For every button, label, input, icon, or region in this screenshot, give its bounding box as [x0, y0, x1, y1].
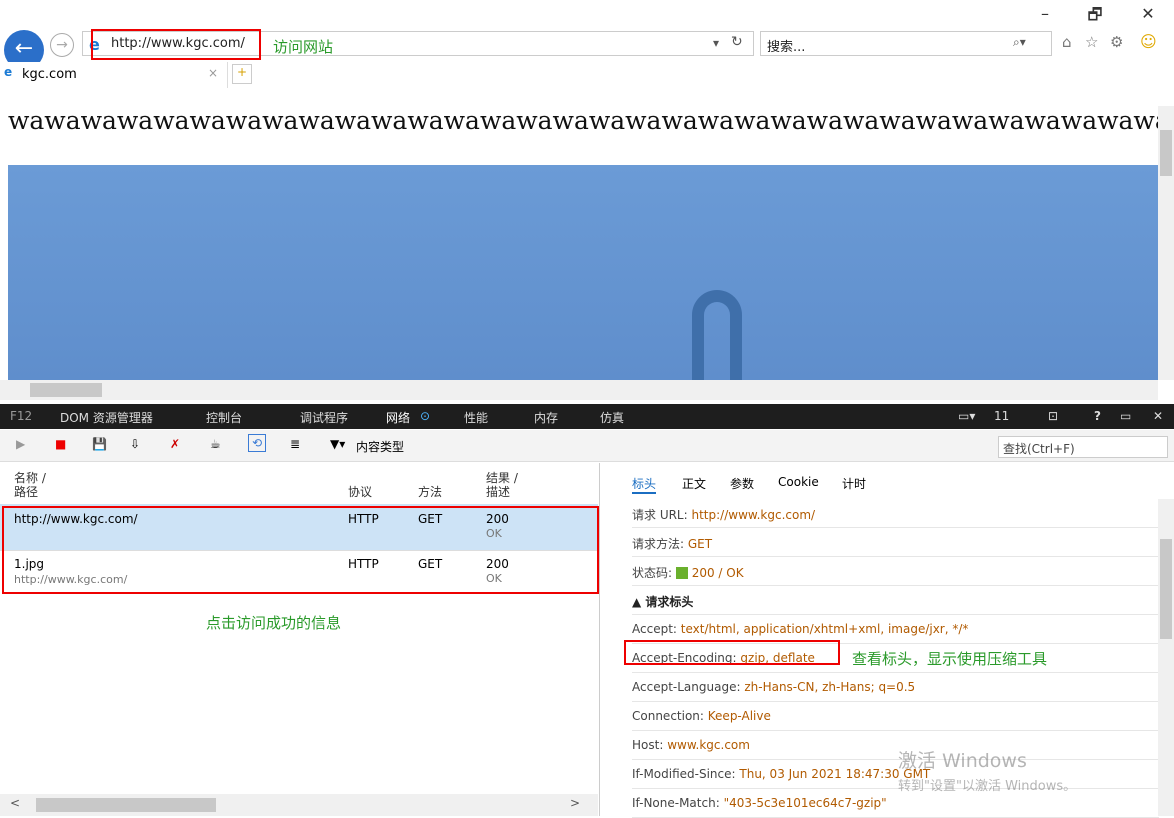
dropdown-icon[interactable]: ▾ — [713, 36, 719, 50]
stop-icon[interactable]: ■ — [55, 437, 66, 451]
dock-icon[interactable]: ▭ — [1120, 409, 1131, 423]
tab-debugger[interactable]: 调试程序 — [300, 409, 348, 426]
tab-kgc[interactable]: e kgc.com × — [0, 62, 228, 88]
clear-cache-icon[interactable]: ☕ — [210, 437, 221, 451]
tab-timing[interactable]: 计时 — [842, 475, 866, 492]
record-icon[interactable]: ⊙ — [420, 409, 430, 423]
always-refresh-icon[interactable]: ⟲ — [248, 434, 267, 452]
tab-network[interactable]: 网络 — [386, 409, 410, 426]
tab-dom[interactable]: DOM 资源管理器 — [60, 409, 153, 426]
header-row: Host: www.kgc.com — [632, 731, 1159, 760]
page-heading: wawawawawawawawawawawawawawawawawawawawa… — [8, 106, 1158, 135]
search-input[interactable]: 搜索... ⌕▾ — [760, 31, 1052, 56]
help-icon[interactable]: ? — [1094, 409, 1101, 423]
header-row: Connection: Keep-Alive — [632, 702, 1159, 731]
col-desc[interactable]: 描述 — [486, 483, 510, 500]
h-scrollbar[interactable] — [0, 380, 1158, 400]
close-tab-icon[interactable]: × — [208, 66, 218, 80]
network-toolbar: ▶ ■ 💾 ⇩ ✗ ☕ ⟲ ≣ ▼▾ 内容类型 查找(Ctrl+F) — [0, 430, 1174, 462]
tab-f12[interactable]: F12 — [10, 409, 32, 423]
error-count[interactable]: 11 — [994, 409, 1009, 423]
console-icon[interactable]: ⊡ — [1048, 409, 1058, 423]
list-hscroll[interactable]: < > — [0, 794, 598, 816]
tab-bar: e kgc.com × + — [0, 62, 1174, 88]
new-tab-button[interactable]: + — [232, 64, 252, 84]
section-header[interactable]: ▲ 请求标头 — [632, 586, 1159, 615]
forward-button[interactable]: → — [50, 33, 74, 57]
watermark: 激活 Windows 转到"设置"以激活 Windows。 — [898, 750, 1077, 794]
favorites-icon[interactable]: ☆ — [1085, 33, 1098, 51]
find-input[interactable]: 查找(Ctrl+F) — [998, 436, 1168, 458]
search-icon[interactable]: ⌕▾ — [1013, 35, 1026, 50]
encoding-highlight — [624, 640, 840, 665]
clear-icon[interactable]: ✗ — [170, 437, 180, 451]
restore-button[interactable]: 🗗 — [1080, 4, 1110, 31]
target-icon[interactable]: ▭▾ — [958, 409, 975, 423]
page-scrollbar[interactable] — [1158, 106, 1174, 380]
page-image — [8, 165, 1158, 390]
close-button[interactable]: ✕ — [1133, 4, 1163, 23]
status-indicator — [675, 567, 688, 579]
tab-emulation[interactable]: 仿真 — [600, 409, 624, 426]
detail-scrollbar[interactable] — [1158, 499, 1174, 816]
minimize-button[interactable]: – — [1030, 4, 1060, 23]
tab-headers[interactable]: 标头 — [632, 475, 657, 494]
rows-highlight — [2, 506, 599, 594]
arch-shape — [692, 290, 742, 390]
url-highlight — [91, 29, 261, 60]
ie-tab-icon: e — [4, 65, 13, 79]
header-row: Accept-Language: zh-Hans-CN, zh-Hans; q=… — [632, 673, 1159, 702]
encoding-note: 查看标头，显示使用压缩工具 — [852, 650, 1048, 668]
col-method[interactable]: 方法 — [418, 483, 442, 500]
rows-note: 点击访问成功的信息 — [206, 614, 342, 632]
detail-tabs: 标头 正文 参数 Cookie 计时 — [624, 473, 1144, 494]
url-note: 访问网站 — [273, 38, 334, 56]
tab-performance[interactable]: 性能 — [464, 409, 488, 426]
request-method-row: 请求方法: GET — [632, 528, 1159, 557]
smiley-icon[interactable]: ☺ — [1140, 32, 1157, 51]
status-row: 状态码: 200 / OK — [632, 557, 1159, 586]
save-icon[interactable]: 💾 — [92, 437, 107, 451]
col-protocol[interactable]: 协议 — [348, 483, 372, 500]
tab-params[interactable]: 参数 — [730, 475, 754, 492]
clear-entries-icon[interactable]: ≣ — [290, 437, 300, 451]
content-type-label[interactable]: 内容类型 — [356, 438, 404, 455]
filter-icon[interactable]: ▼▾ — [330, 437, 345, 451]
home-icon[interactable]: ⌂ — [1062, 33, 1072, 51]
play-icon[interactable]: ▶ — [16, 437, 25, 451]
detail-pane: 标头 正文 参数 Cookie 计时 请求 URL: http://www.kg… — [602, 463, 1174, 818]
col-path[interactable]: 路径 — [14, 483, 38, 500]
import-icon[interactable]: ⇩ — [130, 437, 140, 451]
header-row: If-Modified-Since: Thu, 03 Jun 2021 18:4… — [632, 760, 1159, 789]
devtools-close-icon[interactable]: ✕ — [1153, 409, 1163, 423]
request-url-row: 请求 URL: http://www.kgc.com/ — [632, 499, 1159, 528]
tab-memory[interactable]: 内存 — [534, 409, 558, 426]
devtools-tabbar: F12 DOM 资源管理器 控制台 调试程序 网络 ⊙ 性能 内存 仿真 ▭▾ … — [0, 404, 1174, 429]
header-row: If-None-Match: "403-5c3e101ec64c7-gzip" — [632, 789, 1159, 818]
tab-console[interactable]: 控制台 — [206, 409, 242, 426]
tab-cookie[interactable]: Cookie — [778, 475, 819, 489]
refresh-icon[interactable]: ↻ — [731, 34, 743, 50]
gear-icon[interactable]: ⚙ — [1110, 33, 1123, 51]
tab-body[interactable]: 正文 — [682, 475, 706, 492]
